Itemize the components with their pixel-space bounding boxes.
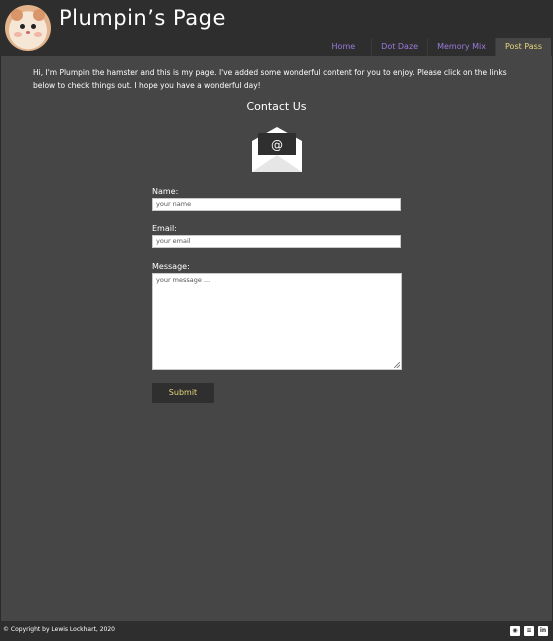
copyright-text: © Copyright by Lewis Lockhart, 2020 (3, 626, 115, 633)
linkedin-icon[interactable]: in (538, 626, 548, 636)
github-icon[interactable]: ◉ (510, 626, 520, 636)
message-placeholder: your message ... (156, 276, 211, 284)
nav-dot-daze[interactable]: Dot Daze (371, 38, 427, 56)
hamster-avatar-icon[interactable] (5, 5, 51, 51)
site-title: Plumpin’s Page (59, 6, 226, 30)
site-header: Plumpin’s Page Home Dot Daze Memory Mix … (0, 0, 553, 56)
hamster-eye-right (31, 24, 36, 29)
hamster-cheek-right (34, 32, 42, 37)
hamster-ear-left (11, 9, 23, 21)
nav-post-pass[interactable]: Post Pass (495, 38, 551, 56)
hamster-nose (26, 31, 30, 34)
social-links: ◉ ≡ in (510, 626, 548, 636)
name-field[interactable]: your name (152, 198, 401, 211)
site-footer: © Copyright by Lewis Lockhart, 2020 ◉ ≡ … (0, 621, 553, 641)
hamster-ear-right (33, 9, 45, 21)
message-field[interactable]: your message ... (152, 273, 402, 370)
at-symbol: @ (271, 138, 283, 152)
hamster-cheek-left (14, 32, 22, 37)
stackoverflow-icon[interactable]: ≡ (524, 626, 534, 636)
email-label: Email: (152, 224, 177, 233)
main-nav: Home Dot Daze Memory Mix Post Pass (323, 38, 551, 56)
envelope-at-icon: @ (252, 127, 302, 172)
email-field[interactable]: your email (152, 235, 401, 248)
contact-heading: Contact Us (246, 100, 307, 113)
intro-text: Hi, I'm Plumpin the hamster and this is … (33, 68, 507, 90)
submit-button[interactable]: Submit (152, 383, 214, 403)
message-label: Message: (152, 262, 190, 271)
resize-handle[interactable] (394, 362, 400, 368)
nav-home[interactable]: Home (323, 38, 372, 56)
name-label: Name: (152, 187, 179, 196)
hamster-eye-left (20, 24, 25, 29)
nav-memory-mix[interactable]: Memory Mix (427, 38, 495, 56)
